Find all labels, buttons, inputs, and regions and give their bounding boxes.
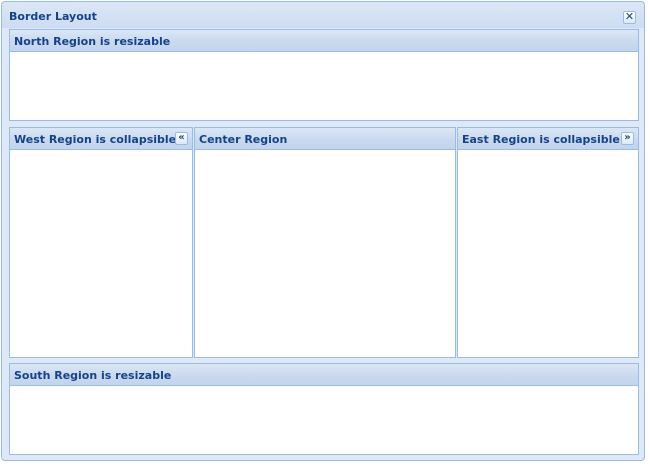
east-region-header: East Region is collapsible » bbox=[458, 128, 638, 150]
collapse-right-icon[interactable]: » bbox=[621, 132, 634, 145]
west-region-panel: West Region is collapsible « bbox=[9, 127, 193, 358]
north-region-title: North Region is resizable bbox=[14, 35, 171, 48]
close-icon[interactable]: ✕ bbox=[623, 11, 636, 24]
south-region-panel: South Region is resizable bbox=[9, 363, 639, 455]
south-region-header: South Region is resizable bbox=[10, 364, 638, 386]
center-region-panel: Center Region bbox=[194, 127, 456, 358]
north-region-header: North Region is resizable bbox=[10, 30, 638, 52]
west-region-title: West Region is collapsible bbox=[14, 133, 177, 146]
north-region-panel: North Region is resizable bbox=[9, 29, 639, 121]
border-layout-window: Border Layout ✕ North Region is resizabl… bbox=[1, 1, 645, 461]
south-region-title: South Region is resizable bbox=[14, 369, 172, 382]
east-region-title: East Region is collapsible bbox=[462, 133, 620, 146]
center-region-header: Center Region bbox=[195, 128, 455, 150]
west-region-header: West Region is collapsible « bbox=[10, 128, 192, 150]
east-region-panel: East Region is collapsible » bbox=[457, 127, 639, 358]
collapse-left-icon[interactable]: « bbox=[175, 132, 188, 145]
window-title: Border Layout bbox=[9, 10, 97, 23]
center-region-title: Center Region bbox=[199, 133, 288, 146]
window-header[interactable]: Border Layout ✕ bbox=[2, 2, 644, 28]
